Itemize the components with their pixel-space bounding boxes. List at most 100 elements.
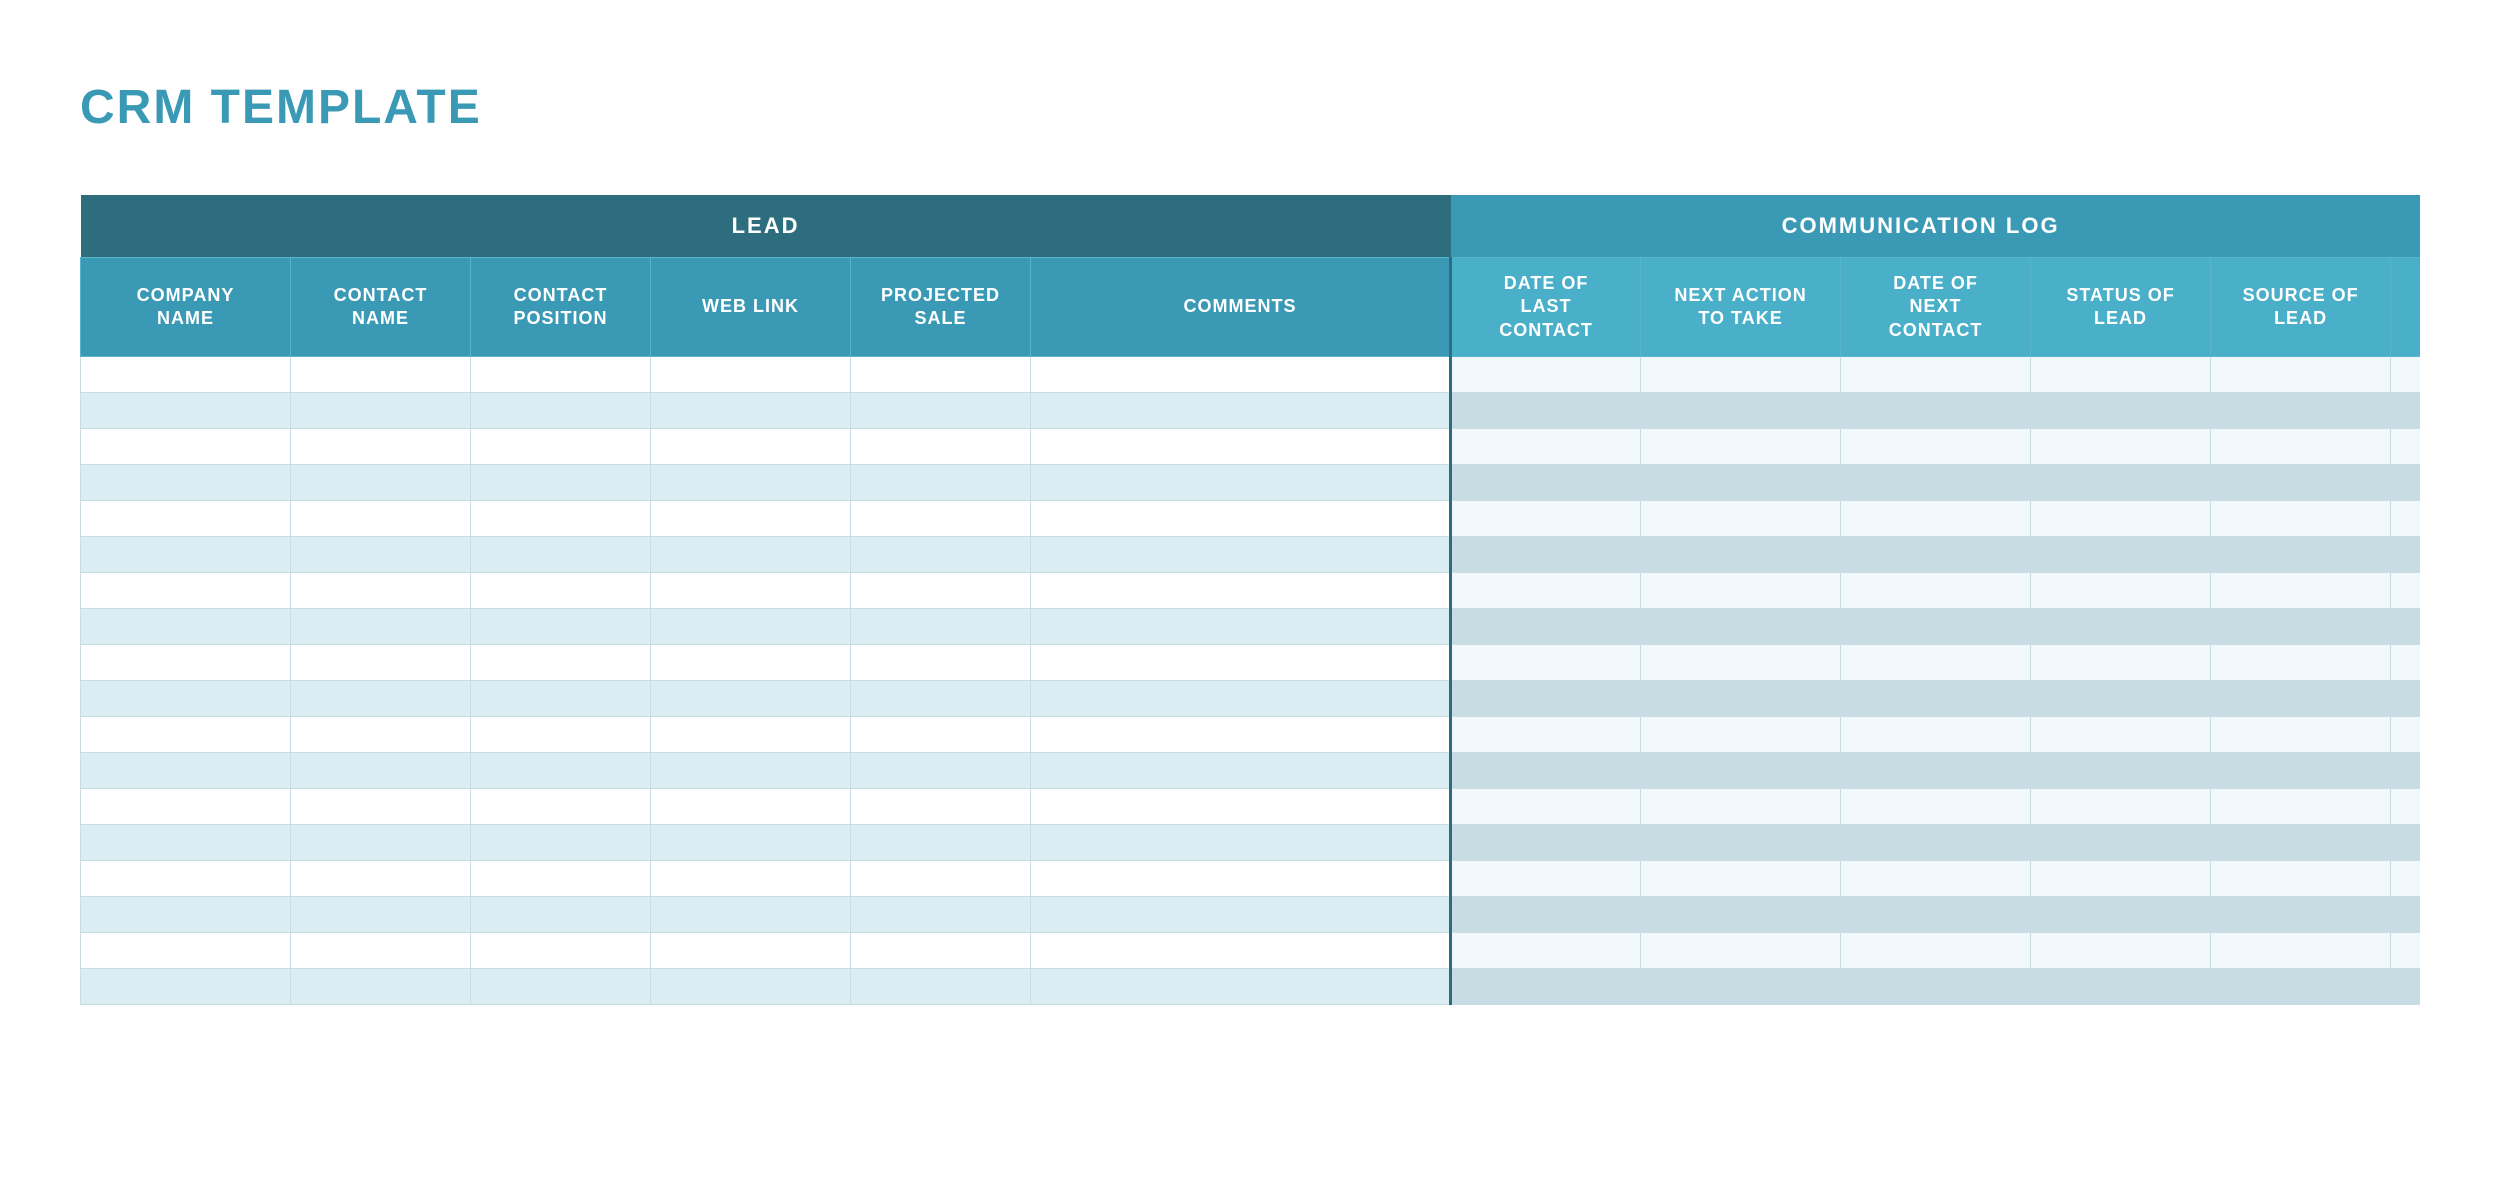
cell-comm-3[interactable]: [2031, 465, 2211, 501]
cell-lead-4[interactable]: [851, 573, 1031, 609]
cell-comm-1[interactable]: [1641, 357, 1841, 393]
cell-lead-5[interactable]: [1031, 429, 1451, 465]
cell-comm-5[interactable]: [2391, 933, 2420, 969]
cell-comm-5[interactable]: [2391, 537, 2420, 573]
cell-comm-5[interactable]: [2391, 789, 2420, 825]
cell-lead-4[interactable]: [851, 789, 1031, 825]
cell-lead-0[interactable]: [81, 573, 291, 609]
cell-lead-4[interactable]: [851, 609, 1031, 645]
cell-comm-0[interactable]: [1451, 645, 1641, 681]
cell-lead-0[interactable]: [81, 501, 291, 537]
cell-comm-1[interactable]: [1641, 861, 1841, 897]
cell-lead-3[interactable]: [651, 393, 851, 429]
cell-lead-2[interactable]: [471, 789, 651, 825]
cell-comm-1[interactable]: [1641, 717, 1841, 753]
cell-lead-5[interactable]: [1031, 789, 1451, 825]
cell-lead-3[interactable]: [651, 933, 851, 969]
cell-lead-5[interactable]: [1031, 825, 1451, 861]
cell-comm-3[interactable]: [2031, 537, 2211, 573]
table-row[interactable]: [81, 357, 2421, 393]
cell-lead-5[interactable]: [1031, 645, 1451, 681]
cell-comm-4[interactable]: [2211, 645, 2391, 681]
cell-comm-3[interactable]: [2031, 645, 2211, 681]
cell-comm-0[interactable]: [1451, 609, 1641, 645]
cell-comm-0[interactable]: [1451, 861, 1641, 897]
cell-lead-1[interactable]: [291, 861, 471, 897]
cell-lead-2[interactable]: [471, 717, 651, 753]
cell-lead-4[interactable]: [851, 681, 1031, 717]
cell-lead-0[interactable]: [81, 897, 291, 933]
cell-comm-4[interactable]: [2211, 933, 2391, 969]
cell-comm-2[interactable]: [1841, 537, 2031, 573]
cell-comm-1[interactable]: [1641, 969, 1841, 1005]
cell-comm-4[interactable]: [2211, 537, 2391, 573]
cell-comm-3[interactable]: [2031, 825, 2211, 861]
table-row[interactable]: [81, 537, 2421, 573]
cell-lead-4[interactable]: [851, 357, 1031, 393]
cell-comm-0[interactable]: [1451, 537, 1641, 573]
cell-lead-1[interactable]: [291, 537, 471, 573]
cell-lead-2[interactable]: [471, 933, 651, 969]
cell-comm-1[interactable]: [1641, 933, 1841, 969]
cell-lead-1[interactable]: [291, 501, 471, 537]
cell-lead-5[interactable]: [1031, 717, 1451, 753]
cell-comm-0[interactable]: [1451, 681, 1641, 717]
cell-comm-5[interactable]: [2391, 861, 2420, 897]
cell-comm-5[interactable]: [2391, 969, 2420, 1005]
cell-lead-4[interactable]: [851, 501, 1031, 537]
cell-comm-2[interactable]: [1841, 501, 2031, 537]
cell-comm-2[interactable]: [1841, 573, 2031, 609]
cell-comm-0[interactable]: [1451, 393, 1641, 429]
cell-comm-1[interactable]: [1641, 429, 1841, 465]
cell-comm-0[interactable]: [1451, 501, 1641, 537]
cell-comm-1[interactable]: [1641, 825, 1841, 861]
cell-comm-0[interactable]: [1451, 933, 1641, 969]
cell-comm-5[interactable]: [2391, 717, 2420, 753]
cell-lead-1[interactable]: [291, 825, 471, 861]
cell-comm-2[interactable]: [1841, 933, 2031, 969]
cell-lead-3[interactable]: [651, 681, 851, 717]
cell-comm-2[interactable]: [1841, 861, 2031, 897]
cell-lead-3[interactable]: [651, 465, 851, 501]
cell-lead-0[interactable]: [81, 393, 291, 429]
cell-lead-1[interactable]: [291, 357, 471, 393]
cell-lead-3[interactable]: [651, 861, 851, 897]
cell-lead-4[interactable]: [851, 825, 1031, 861]
cell-lead-2[interactable]: [471, 753, 651, 789]
cell-comm-5[interactable]: [2391, 897, 2420, 933]
cell-comm-3[interactable]: [2031, 609, 2211, 645]
cell-lead-5[interactable]: [1031, 969, 1451, 1005]
cell-comm-5[interactable]: [2391, 753, 2420, 789]
cell-comm-0[interactable]: [1451, 969, 1641, 1005]
cell-lead-0[interactable]: [81, 717, 291, 753]
cell-comm-0[interactable]: [1451, 897, 1641, 933]
cell-comm-1[interactable]: [1641, 789, 1841, 825]
cell-comm-3[interactable]: [2031, 897, 2211, 933]
cell-lead-4[interactable]: [851, 429, 1031, 465]
cell-lead-1[interactable]: [291, 465, 471, 501]
table-row[interactable]: [81, 789, 2421, 825]
cell-lead-5[interactable]: [1031, 537, 1451, 573]
cell-lead-4[interactable]: [851, 393, 1031, 429]
cell-lead-3[interactable]: [651, 645, 851, 681]
cell-lead-0[interactable]: [81, 861, 291, 897]
cell-lead-1[interactable]: [291, 645, 471, 681]
cell-comm-5[interactable]: [2391, 429, 2420, 465]
cell-comm-2[interactable]: [1841, 753, 2031, 789]
cell-comm-1[interactable]: [1641, 753, 1841, 789]
cell-comm-2[interactable]: [1841, 681, 2031, 717]
cell-comm-2[interactable]: [1841, 465, 2031, 501]
cell-comm-5[interactable]: [2391, 609, 2420, 645]
cell-comm-4[interactable]: [2211, 789, 2391, 825]
cell-lead-0[interactable]: [81, 537, 291, 573]
cell-lead-2[interactable]: [471, 501, 651, 537]
cell-lead-2[interactable]: [471, 969, 651, 1005]
cell-comm-5[interactable]: [2391, 393, 2420, 429]
cell-lead-2[interactable]: [471, 861, 651, 897]
cell-lead-5[interactable]: [1031, 681, 1451, 717]
cell-comm-5[interactable]: [2391, 501, 2420, 537]
cell-lead-4[interactable]: [851, 753, 1031, 789]
cell-comm-2[interactable]: [1841, 717, 2031, 753]
cell-comm-0[interactable]: [1451, 753, 1641, 789]
cell-lead-2[interactable]: [471, 609, 651, 645]
